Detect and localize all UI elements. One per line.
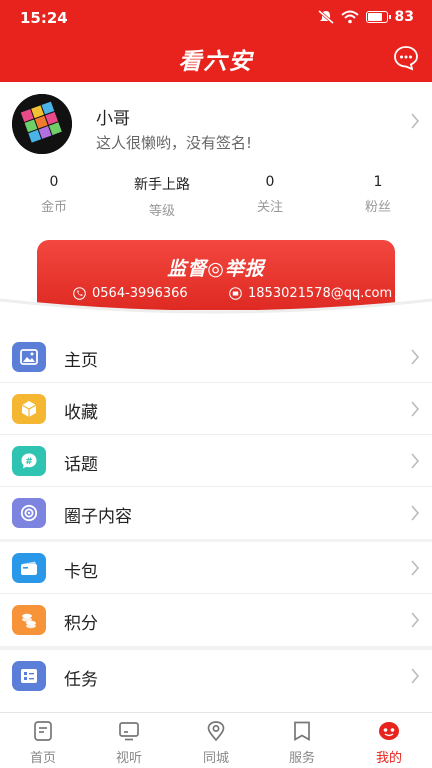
tab-me[interactable]: 我的 <box>359 719 419 766</box>
battery-icon <box>365 11 391 23</box>
me-icon <box>379 722 399 740</box>
menu-label: 任务 <box>64 670 98 690</box>
chevron-right-icon <box>411 505 420 521</box>
mute-icon <box>317 10 334 24</box>
chevron-right-icon <box>411 349 420 365</box>
menu-item-favorites[interactable]: 收藏 <box>0 383 432 435</box>
stat-value: 新手上路 <box>134 177 190 193</box>
status-icons: 83 <box>317 9 414 25</box>
home-icon <box>34 721 52 741</box>
stat-label: 金币 <box>40 200 67 215</box>
tab-label: 视听 <box>115 751 142 766</box>
title-bar: 看六安 <box>0 36 432 82</box>
banner-title: 监督◎举报 <box>167 258 265 280</box>
tab-home[interactable]: 首页 <box>13 719 73 766</box>
menu-item-tasks[interactable]: 任务 <box>0 650 432 702</box>
tab-service[interactable]: 服务 <box>272 719 332 766</box>
menu-label: 卡包 <box>64 562 98 582</box>
hashtag-icon: # <box>12 446 46 476</box>
stat-coins[interactable]: 0 金币 <box>9 174 99 215</box>
chevron-right-icon <box>411 612 420 628</box>
menu-item-home[interactable]: 主页 <box>0 331 432 383</box>
stat-value: 0 <box>265 174 275 190</box>
box-icon <box>12 394 46 424</box>
stat-label: 关注 <box>256 200 283 215</box>
app-title: 看六安 <box>178 49 254 75</box>
menu-label: 主页 <box>64 351 98 371</box>
status-time: 15:24 <box>20 9 68 27</box>
menu-item-points[interactable]: 积分 <box>0 594 432 646</box>
menu-item-topics[interactable]: # 话题 <box>0 435 432 487</box>
menu-group-wallet: 卡包 积分 <box>0 542 432 646</box>
tab-label: 首页 <box>29 751 56 766</box>
bottom-tab-bar: 首页 视听 同城 服务 我的 <box>0 712 432 768</box>
menu-label: 收藏 <box>64 403 98 423</box>
menu-group-main: 主页 收藏 # 话题 圈子内容 <box>0 331 432 539</box>
card-icon <box>12 553 46 583</box>
chevron-right-icon <box>411 560 420 576</box>
message-button[interactable] <box>393 45 419 71</box>
tv-icon <box>119 722 139 741</box>
stat-level[interactable]: 新手上路 等级 <box>117 174 207 219</box>
stat-value: 1 <box>373 174 383 190</box>
location-icon <box>207 721 225 742</box>
rubiks-cube-avatar-icon <box>12 94 72 154</box>
task-icon <box>12 661 46 691</box>
stat-following[interactable]: 0 关注 <box>225 174 315 215</box>
image-icon <box>12 342 46 372</box>
chevron-right-icon <box>411 401 420 417</box>
menu-label: 积分 <box>64 614 98 634</box>
stat-value: 0 <box>49 174 59 190</box>
wifi-icon <box>340 10 359 24</box>
menu-item-card-wallet[interactable]: 卡包 <box>0 542 432 594</box>
chevron-right-icon <box>411 668 420 684</box>
tab-label: 同城 <box>202 751 229 766</box>
chevron-right-icon[interactable] <box>410 112 420 130</box>
bookmark-icon <box>294 721 310 741</box>
avatar[interactable] <box>12 94 72 154</box>
tab-label: 服务 <box>288 751 315 766</box>
tab-local[interactable]: 同城 <box>186 719 246 766</box>
menu-group-tasks: 任务 <box>0 650 432 712</box>
battery-percent: 83 <box>394 9 414 25</box>
stat-label: 粉丝 <box>364 200 391 215</box>
menu-label: 圈子内容 <box>64 507 132 527</box>
banner-wave-decoration <box>0 298 432 324</box>
stat-followers[interactable]: 1 粉丝 <box>333 174 423 215</box>
menu-item-circle-content[interactable]: 圈子内容 <box>0 487 432 539</box>
circle-icon <box>12 498 46 528</box>
coins-icon <box>12 605 46 635</box>
menu-label: 话题 <box>64 455 98 475</box>
username: 小哥 <box>96 109 130 129</box>
tab-video[interactable]: 视听 <box>99 719 159 766</box>
profile-stats: 0 金币 新手上路 等级 0 关注 1 粉丝 <box>0 174 432 219</box>
tab-label: 我的 <box>375 751 402 766</box>
chat-bubble-icon <box>394 46 418 71</box>
status-bar: 15:24 83 <box>0 0 432 36</box>
signature: 这人很懒哟，没有签名! <box>96 134 253 152</box>
svg-text:#: # <box>25 457 33 467</box>
stat-label: 等级 <box>148 204 175 219</box>
chevron-right-icon <box>411 453 420 469</box>
